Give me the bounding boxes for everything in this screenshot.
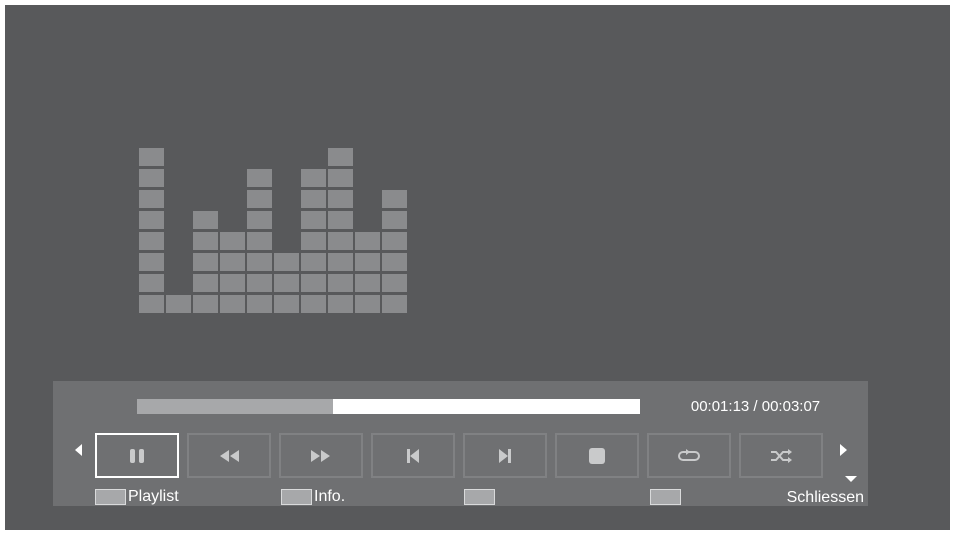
visualizer-bar-segment xyxy=(301,274,326,292)
visualizer-bar-segment xyxy=(274,295,299,313)
legend-blue[interactable] xyxy=(650,487,683,506)
visualizer-bar-segment xyxy=(139,232,164,250)
visualizer-bar-segment xyxy=(193,232,218,250)
visualizer-bar-segment xyxy=(328,211,353,229)
visualizer-bar xyxy=(355,229,380,313)
visualizer-bar-segment xyxy=(193,295,218,313)
visualizer-bar-segment xyxy=(139,169,164,187)
visualizer-bar-segment xyxy=(247,190,272,208)
pause-button[interactable] xyxy=(95,433,179,478)
visualizer-bar-segment xyxy=(301,169,326,187)
rewind-icon xyxy=(220,449,239,462)
visualizer-bar-segment xyxy=(220,295,245,313)
visualizer-bar-segment xyxy=(355,274,380,292)
visualizer-bar-segment xyxy=(193,253,218,271)
visualizer-bar-segment xyxy=(328,253,353,271)
visualizer-bar-segment xyxy=(382,295,407,313)
visualizer-bar-segment xyxy=(166,295,191,313)
repeat-icon xyxy=(678,448,700,461)
next-track-button[interactable] xyxy=(463,433,547,478)
visualizer-bar-segment xyxy=(247,295,272,313)
visualizer-bar-segment xyxy=(355,295,380,313)
scroll-right-arrow-icon[interactable] xyxy=(840,444,847,456)
playback-control-panel: 00:01:13 / 00:03:07 Playlist Info. Schli… xyxy=(53,381,868,506)
visualizer-bar-segment xyxy=(328,190,353,208)
visualizer-bar-segment xyxy=(382,253,407,271)
visualizer-bar xyxy=(328,145,353,313)
repeat-button[interactable] xyxy=(647,433,731,478)
visualizer-bar-segment xyxy=(139,295,164,313)
color-key-green xyxy=(281,488,312,505)
pause-icon xyxy=(130,448,144,463)
visualizer-bar-segment xyxy=(382,232,407,250)
legend-playlist-label: Playlist xyxy=(128,487,179,505)
visualizer-bar-segment xyxy=(355,232,380,250)
visualizer-bar-segment xyxy=(139,190,164,208)
visualizer-bar-segment xyxy=(355,253,380,271)
visualizer-bar-segment xyxy=(247,232,272,250)
visualizer-bar-segment xyxy=(301,295,326,313)
visualizer-bar-segment xyxy=(328,295,353,313)
visualizer-bar-segment xyxy=(139,211,164,229)
visualizer-bar-segment xyxy=(382,211,407,229)
media-player-screen: 00:01:13 / 00:03:07 Playlist Info. Schli… xyxy=(5,5,950,530)
visualizer-bar xyxy=(382,187,407,313)
skip-previous-icon xyxy=(407,448,419,463)
color-key-yellow xyxy=(464,488,495,505)
legend-info[interactable]: Info. xyxy=(281,487,345,506)
visualizer-bar-segment xyxy=(193,274,218,292)
color-key-red xyxy=(95,488,126,505)
visualizer-bar-segment xyxy=(220,253,245,271)
visualizer-bar xyxy=(166,292,191,313)
progress-bar[interactable] xyxy=(137,399,640,414)
visualizer-bar-segment xyxy=(301,190,326,208)
stop-button[interactable] xyxy=(555,433,639,478)
visualizer-bar-segment xyxy=(274,274,299,292)
visualizer-bar-segment xyxy=(274,253,299,271)
shuffle-icon xyxy=(771,448,792,463)
visualizer-bar xyxy=(274,250,299,313)
visualizer-bar xyxy=(139,145,164,313)
visualizer-bar-segment xyxy=(328,169,353,187)
visualizer-bar-segment xyxy=(301,253,326,271)
visualizer-bar-segment xyxy=(139,274,164,292)
rewind-button[interactable] xyxy=(187,433,271,478)
visualizer-bar-segment xyxy=(328,232,353,250)
visualizer-bar-segment xyxy=(139,148,164,166)
visualizer-bar-segment xyxy=(382,274,407,292)
visualizer-bar xyxy=(220,229,245,313)
visualizer-bar-segment xyxy=(220,274,245,292)
color-key-blue xyxy=(650,488,681,505)
scroll-left-arrow-icon[interactable] xyxy=(75,444,82,456)
scroll-down-arrow-icon[interactable] xyxy=(845,476,857,482)
visualizer-bar-segment xyxy=(247,274,272,292)
visualizer-bar xyxy=(193,208,218,313)
audio-visualizer xyxy=(139,145,411,313)
visualizer-bar-segment xyxy=(382,190,407,208)
visualizer-bar xyxy=(247,166,272,313)
visualizer-bar-segment xyxy=(328,148,353,166)
visualizer-bar-segment xyxy=(220,232,245,250)
legend-yellow[interactable] xyxy=(464,487,497,506)
previous-track-button[interactable] xyxy=(371,433,455,478)
visualizer-bar-segment xyxy=(139,253,164,271)
visualizer-bar-segment xyxy=(247,211,272,229)
skip-next-icon xyxy=(499,448,511,463)
close-label[interactable]: Schliessen xyxy=(787,489,864,507)
stop-icon xyxy=(589,447,605,464)
visualizer-bar-segment xyxy=(247,169,272,187)
visualizer-bar-segment xyxy=(247,253,272,271)
legend-playlist[interactable]: Playlist xyxy=(95,487,179,506)
progress-bar-played xyxy=(137,399,334,414)
visualizer-bar-segment xyxy=(193,211,218,229)
visualizer-bar xyxy=(301,166,326,313)
shuffle-button[interactable] xyxy=(739,433,823,478)
visualizer-bar-segment xyxy=(328,274,353,292)
playback-time: 00:01:13 / 00:03:07 xyxy=(690,398,821,415)
fast-forward-button[interactable] xyxy=(279,433,363,478)
visualizer-bar-segment xyxy=(301,232,326,250)
legend-info-label: Info. xyxy=(314,487,346,505)
visualizer-bar-segment xyxy=(301,211,326,229)
fast-forward-icon xyxy=(311,449,330,462)
